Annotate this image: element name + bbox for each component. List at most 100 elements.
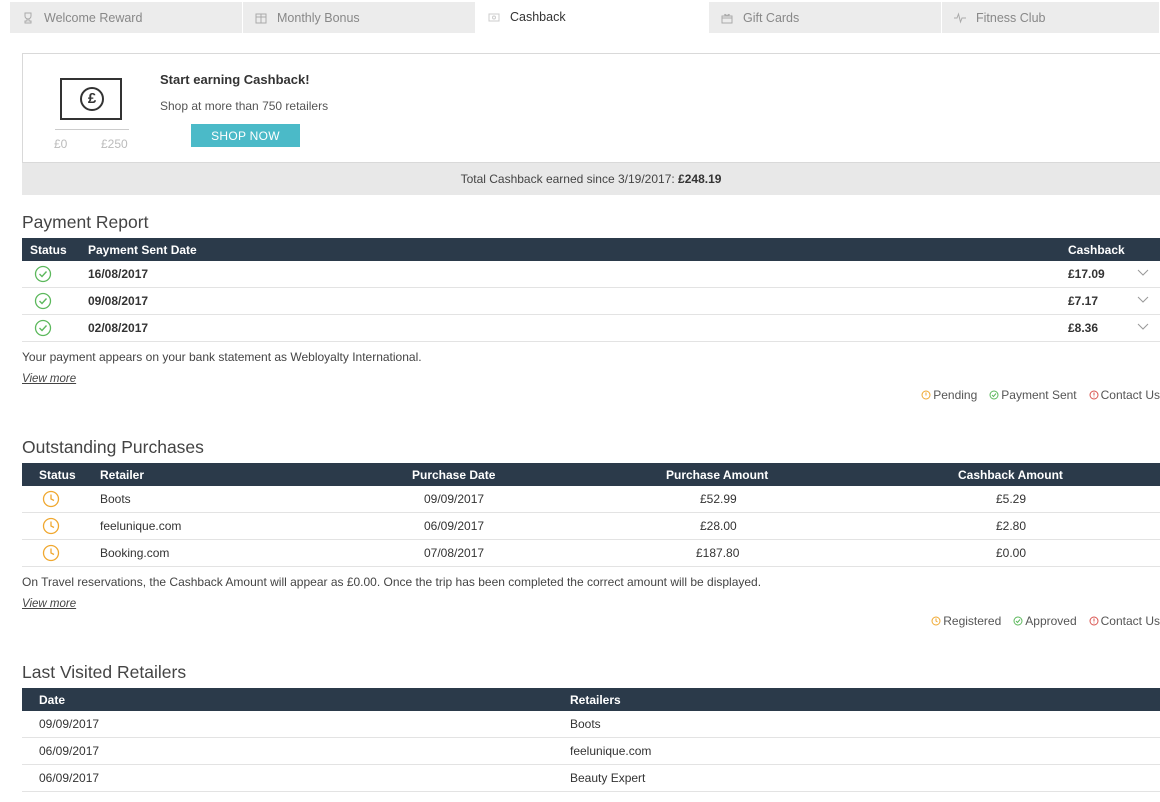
legend-label: Approved — [1025, 614, 1077, 628]
payment-report-header: Status Payment Sent Date Cashback — [22, 238, 1160, 261]
promo-subtitle: Shop at more than 750 retailers — [160, 99, 329, 113]
pound-coin: £ — [80, 87, 104, 111]
alert-circle-icon — [1089, 616, 1099, 626]
table-row: 09/09/2017 Boots — [22, 711, 1160, 738]
check-circle-icon — [989, 390, 999, 400]
travel-note: On Travel reservations, the Cashback Amo… — [22, 575, 762, 589]
purchase-date: 09/09/2017 — [424, 492, 485, 506]
total-label: Total Cashback earned since 3/19/2017: — [460, 172, 679, 186]
col-purchase-amount: Purchase Amount — [666, 468, 769, 482]
payment-cashback: £8.36 — [1068, 321, 1099, 335]
tab-fitness-club[interactable]: Fitness Club — [942, 2, 1160, 33]
retailer-name: Boots — [100, 492, 131, 506]
legend-approved: Approved — [1013, 614, 1077, 628]
tab-label: Fitness Club — [976, 10, 1046, 25]
legend-label: Payment Sent — [1001, 388, 1077, 402]
visit-date: 06/09/2017 — [39, 744, 100, 758]
payment-cashback: £17.09 — [1068, 267, 1105, 281]
col-status: Status — [39, 468, 76, 482]
col-cashback: Cashback — [1068, 243, 1125, 257]
col-payment-date: Payment Sent Date — [88, 243, 197, 257]
table-row[interactable]: feelunique.com 06/09/2017 £28.00 £2.80 — [22, 513, 1160, 540]
payment-cashback: £7.17 — [1068, 294, 1099, 308]
chevron-down-icon[interactable] — [1137, 293, 1149, 305]
table-row[interactable]: Booking.com 07/08/2017 £187.80 £0.00 — [22, 540, 1160, 567]
scale-min-label: £0 — [54, 137, 68, 151]
tab-welcome-reward[interactable]: Welcome Reward — [10, 2, 243, 33]
legend-label: Contact Us — [1100, 388, 1160, 402]
clock-icon — [42, 544, 60, 562]
purchase-amount: £28.00 — [700, 519, 737, 533]
clock-icon — [931, 616, 941, 626]
promo-title: Start earning Cashback! — [160, 72, 310, 87]
legend-contact-us: Contact Us — [1089, 388, 1160, 402]
tab-label: Welcome Reward — [44, 10, 143, 25]
chevron-down-icon[interactable] — [1137, 320, 1149, 332]
retailer-name: Beauty Expert — [570, 771, 646, 785]
purchase-amount: £187.80 — [696, 546, 740, 560]
shop-now-button[interactable]: SHOP NOW — [191, 124, 300, 147]
tab-label: Monthly Bonus — [277, 10, 360, 25]
purchase-amount: £52.99 — [700, 492, 737, 506]
visit-date: 06/09/2017 — [39, 771, 100, 785]
col-date: Date — [39, 693, 66, 707]
clock-icon — [42, 490, 60, 508]
chevron-down-icon[interactable] — [1137, 266, 1149, 278]
tab-label: Cashback — [510, 10, 566, 24]
visit-date: 09/09/2017 — [39, 717, 100, 731]
payment-view-more-link[interactable]: View more — [22, 373, 76, 385]
last-visited-title: Last Visited Retailers — [22, 662, 187, 682]
legend-registered: Registered — [931, 614, 1001, 628]
tab-gift-cards[interactable]: Gift Cards — [709, 2, 942, 33]
cashback-amount: £2.80 — [996, 519, 1027, 533]
legend-label: Contact Us — [1100, 614, 1160, 628]
payment-note: Your payment appears on your bank statem… — [22, 350, 422, 364]
retailer-name: feelunique.com — [100, 519, 182, 533]
col-cashback-amount: Cashback Amount — [958, 468, 1063, 482]
cashback-amount: £0.00 — [996, 546, 1027, 560]
cashback-amount: £5.29 — [996, 492, 1027, 506]
banknote-icon — [488, 11, 500, 23]
outstanding-purchases-title: Outstanding Purchases — [22, 437, 204, 457]
progress-scale — [55, 129, 129, 130]
legend-label: Registered — [943, 614, 1002, 628]
banknote-icon: £ — [60, 78, 122, 120]
check-circle-icon — [34, 319, 52, 337]
table-row: 06/09/2017 Beauty Expert — [22, 765, 1160, 792]
tab-label: Gift Cards — [743, 10, 800, 25]
col-retailer: Retailer — [100, 468, 145, 482]
gift-card-icon — [721, 12, 733, 24]
heartbeat-icon — [954, 11, 966, 24]
gift-calendar-icon — [255, 12, 267, 24]
legend-contact-us: Contact Us — [1089, 614, 1160, 628]
table-row[interactable]: 02/08/2017 £8.36 — [22, 315, 1160, 342]
check-circle-icon — [34, 292, 52, 310]
outstanding-view-more-link[interactable]: View more — [22, 598, 76, 610]
total-value: £248.19 — [678, 172, 722, 186]
table-row[interactable]: 16/08/2017 £17.09 — [22, 261, 1160, 288]
col-status: Status — [30, 243, 67, 257]
cashback-promo-panel: £ £0 £250 Start earning Cashback! Shop a… — [22, 53, 1160, 163]
tab-cashback[interactable]: Cashback — [476, 2, 709, 33]
col-purchase-date: Purchase Date — [412, 468, 496, 482]
pending-icon — [921, 390, 931, 400]
check-circle-icon — [1013, 616, 1023, 626]
legend-pending: Pending — [921, 388, 977, 402]
legend-label: Pending — [933, 388, 978, 402]
payment-date: 16/08/2017 — [88, 267, 149, 281]
table-row: 06/09/2017 feelunique.com — [22, 738, 1160, 765]
purchase-date: 07/08/2017 — [424, 546, 485, 560]
retailer-name: feelunique.com — [570, 744, 652, 758]
retailer-name: Booking.com — [100, 546, 170, 560]
table-row[interactable]: 09/08/2017 £7.17 — [22, 288, 1160, 315]
trophy-icon — [22, 12, 34, 24]
check-circle-icon — [34, 265, 52, 283]
total-cashback-bar: Total Cashback earned since 3/19/2017: £… — [22, 163, 1160, 195]
table-row[interactable]: Boots 09/09/2017 £52.99 £5.29 — [22, 486, 1160, 513]
col-retailers: Retailers — [570, 693, 621, 707]
alert-circle-icon — [1089, 390, 1099, 400]
purchase-date: 06/09/2017 — [424, 519, 485, 533]
payment-status-legend: Pending Payment Sent Contact Us — [909, 388, 1160, 402]
outstanding-purchases-header: Status Retailer Purchase Date Purchase A… — [22, 463, 1160, 486]
tab-monthly-bonus[interactable]: Monthly Bonus — [243, 2, 476, 33]
